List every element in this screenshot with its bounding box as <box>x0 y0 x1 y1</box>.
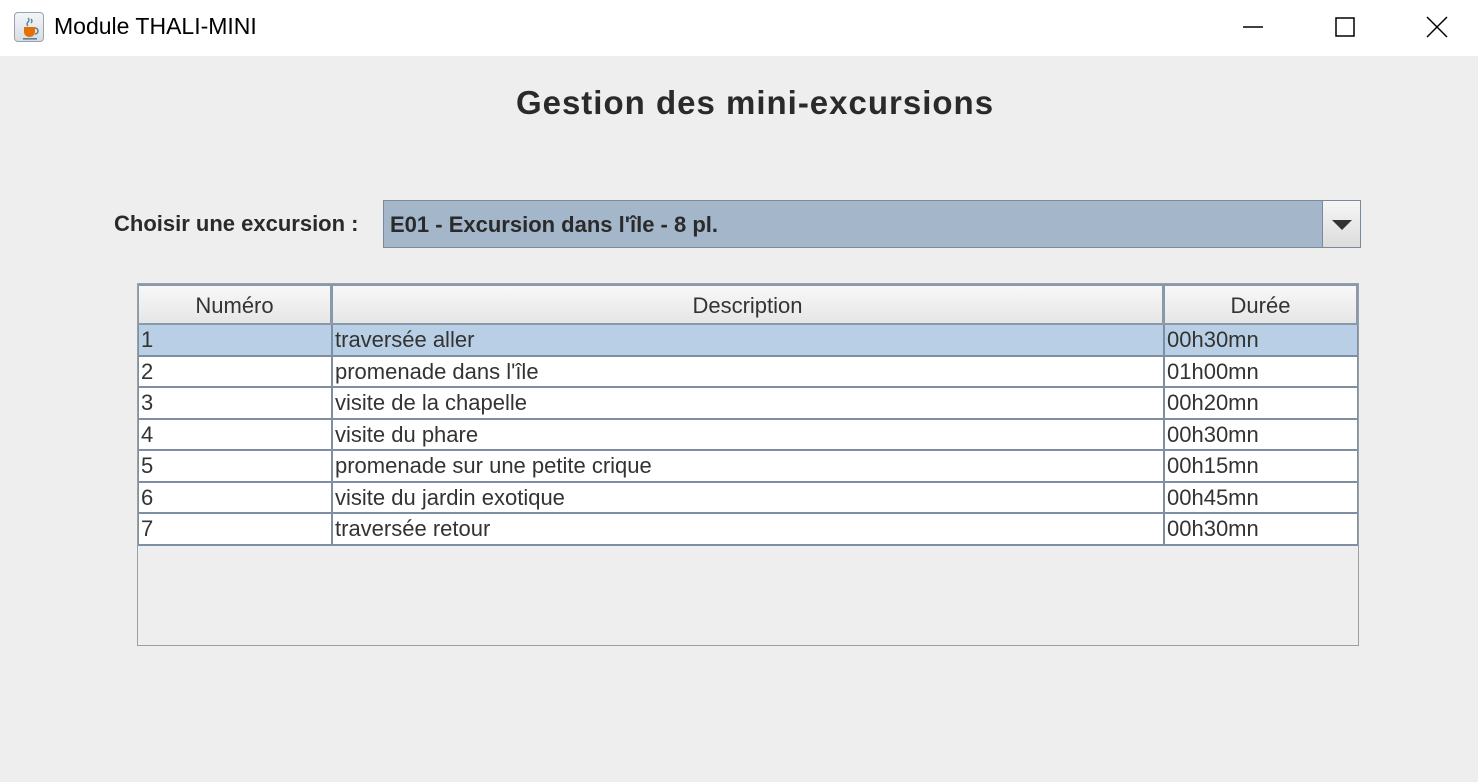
cell-duree: 00h30mn <box>1164 419 1358 451</box>
table-row[interactable]: 3 visite de la chapelle 00h20mn <box>138 388 1358 420</box>
cell-duree: 01h00mn <box>1164 356 1358 388</box>
table-row[interactable]: 2 promenade dans l'île 01h00mn <box>138 356 1358 388</box>
cell-numero: 2 <box>138 356 332 388</box>
table-header: Numéro Description Durée <box>138 284 1358 325</box>
excursion-select[interactable]: E01 - Excursion dans l'île - 8 pl. <box>383 200 1361 248</box>
chevron-down-icon <box>1332 220 1352 230</box>
cell-description: visite du jardin exotique <box>332 482 1164 514</box>
cell-duree: 00h30mn <box>1164 325 1358 357</box>
minimize-icon <box>1243 26 1263 28</box>
cell-duree: 00h45mn <box>1164 482 1358 514</box>
excursion-select-value: E01 - Excursion dans l'île - 8 pl. <box>390 212 719 237</box>
close-icon <box>1426 16 1448 38</box>
maximize-icon <box>1335 17 1355 37</box>
cell-numero: 5 <box>138 451 332 483</box>
java-cup-icon[interactable] <box>14 12 44 42</box>
table-row[interactable]: 7 traversée retour 00h30mn <box>138 514 1358 546</box>
cell-numero: 3 <box>138 388 332 420</box>
cell-numero: 6 <box>138 482 332 514</box>
excursion-steps-table[interactable]: Numéro Description Durée 1 traversée all… <box>137 283 1359 646</box>
minimize-button[interactable] <box>1207 0 1299 56</box>
cell-numero: 4 <box>138 419 332 451</box>
table-row[interactable]: 1 traversée aller 00h30mn <box>138 325 1358 357</box>
page-title: Gestion des mini-excursions <box>515 84 995 121</box>
cell-description: visite de la chapelle <box>332 388 1164 420</box>
close-button[interactable] <box>1391 0 1478 56</box>
column-header-duree[interactable]: Durée <box>1164 284 1358 325</box>
cell-description: promenade dans l'île <box>332 356 1164 388</box>
column-header-numero[interactable]: Numéro <box>138 284 332 325</box>
cell-numero: 7 <box>138 514 332 546</box>
excursion-select-label: Choisir une excursion : <box>114 211 359 236</box>
table-row[interactable]: 6 visite du jardin exotique 00h45mn <box>138 482 1358 514</box>
excursion-select-arrow-button[interactable] <box>1322 201 1360 247</box>
cell-description: traversée aller <box>332 325 1164 357</box>
table-body: 1 traversée aller 00h30mn 2 promenade da… <box>138 325 1358 546</box>
cell-duree: 00h20mn <box>1164 388 1358 420</box>
maximize-button[interactable] <box>1299 0 1391 56</box>
column-header-description[interactable]: Description <box>332 284 1164 325</box>
title-bar: Module THALI-MINI <box>0 0 1478 56</box>
cell-description: promenade sur une petite crique <box>332 451 1164 483</box>
window-title: Module THALI-MINI <box>54 13 257 39</box>
table-row[interactable]: 4 visite du phare 00h30mn <box>138 419 1358 451</box>
cell-description: visite du phare <box>332 419 1164 451</box>
cell-description: traversée retour <box>332 514 1164 546</box>
table-row[interactable]: 5 promenade sur une petite crique 00h15m… <box>138 451 1358 483</box>
cell-numero: 1 <box>138 325 332 357</box>
cell-duree: 00h15mn <box>1164 451 1358 483</box>
cell-duree: 00h30mn <box>1164 514 1358 546</box>
